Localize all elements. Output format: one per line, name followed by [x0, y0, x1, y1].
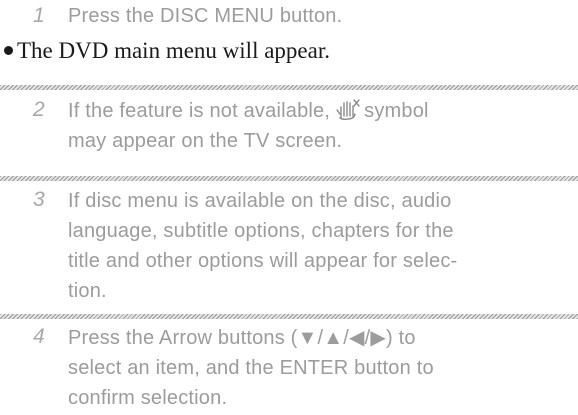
prohibited-hand-icon — [336, 99, 360, 120]
step-number: 1 — [33, 4, 45, 27]
step-line: If the feature is not available, symbol — [68, 96, 568, 126]
bullet-icon — [4, 46, 13, 55]
step-number: 3 — [33, 188, 45, 211]
manual-page: 1 Press the DISC MENU button. The DVD ma… — [0, 0, 578, 415]
step-line: Press the DISC MENU button. — [68, 5, 343, 27]
divider — [0, 314, 578, 319]
step-number: 2 — [33, 98, 45, 121]
step-line: tion. — [68, 280, 107, 302]
step-number: 4 — [33, 325, 45, 348]
step-line: Press the Arrow buttons (▼/▲/◀/▶) to — [68, 327, 416, 349]
step-text: Press the DISC MENU button. — [68, 1, 568, 31]
step-text: If disc menu is available on the disc, a… — [68, 186, 568, 306]
step-line: language, subtitle options, chapters for… — [68, 220, 454, 242]
step-line-part: If the feature is not available, — [68, 100, 331, 122]
step-line-part: symbol — [364, 100, 429, 122]
step-line: If disc menu is available on the disc, a… — [68, 190, 452, 212]
result-note: The DVD main menu will appear. — [4, 38, 330, 64]
step-text: Press the Arrow buttons (▼/▲/◀/▶) to sel… — [68, 323, 568, 413]
step-line: may appear on the TV screen. — [68, 130, 343, 152]
divider — [0, 176, 578, 181]
result-text: The DVD main menu will appear. — [17, 38, 330, 63]
step-text: If the feature is not available, symbol … — [68, 96, 568, 156]
step-line: title and other options will appear for … — [68, 250, 458, 272]
step-line: confirm selection. — [68, 387, 228, 409]
divider — [0, 85, 578, 90]
step-line: select an item, and the ENTER button to — [68, 357, 434, 379]
